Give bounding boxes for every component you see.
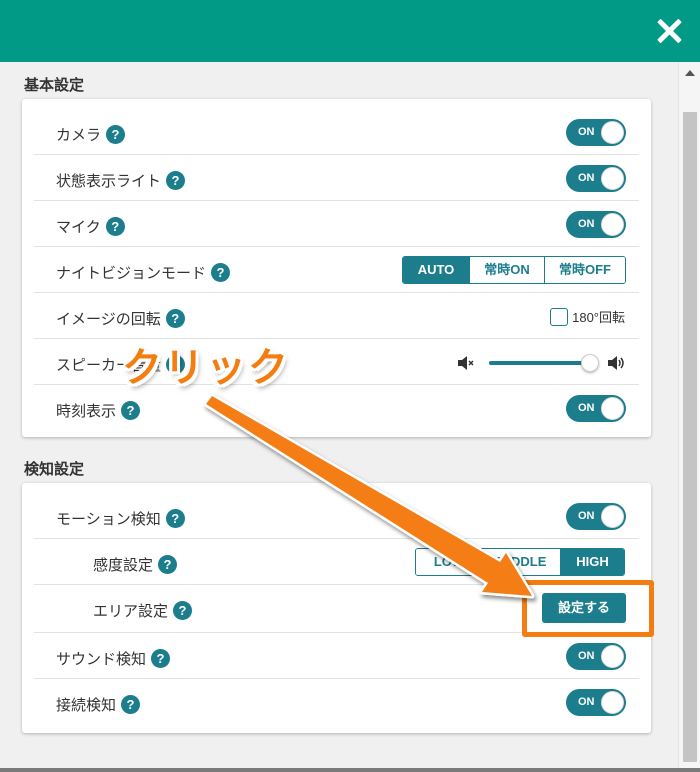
close-icon[interactable] (656, 18, 682, 44)
section-title-basic: 基本設定 (24, 77, 85, 94)
help-icon[interactable]: ? (121, 401, 141, 421)
help-icon[interactable]: ? (121, 695, 141, 715)
settings-dialog: 基本設定 カメラ? ON 状態表示ライト? ON マイク? ON ナイトビジョン… (0, 0, 700, 768)
connection-toggle[interactable]: ON (566, 689, 626, 716)
toggle-knob (601, 691, 624, 714)
annotation-highlight-box (522, 580, 654, 637)
night-vision-label: ナイトビジョンモード (56, 265, 207, 282)
help-icon[interactable]: ? (166, 171, 186, 191)
setting-row-mic: マイク? ON (34, 201, 639, 247)
setting-row-camera: カメラ? ON (34, 109, 639, 155)
motion-label: モーション検知 (56, 511, 161, 528)
help-icon[interactable]: ? (105, 217, 125, 237)
toggle-knob (601, 167, 624, 190)
scrollbar-thumb[interactable] (683, 112, 697, 762)
connection-label: 接続検知 (56, 697, 117, 714)
toggle-state: ON (578, 172, 595, 184)
volume-slider-handle[interactable] (581, 354, 599, 372)
help-icon[interactable]: ? (151, 649, 171, 669)
toggle-state: ON (578, 126, 595, 138)
toggle-state: ON (578, 218, 595, 230)
area-label: エリア設定 (93, 603, 169, 620)
setting-row-night-vision: ナイトビジョンモード? AUTO 常時ON 常時OFF (34, 247, 639, 293)
toggle-state: ON (578, 510, 595, 522)
rotate-180-checkbox[interactable] (550, 307, 569, 326)
annotation-click-text: クリック (122, 346, 290, 390)
mic-label: マイク (56, 219, 101, 236)
toggle-state: ON (578, 402, 595, 414)
sensitivity-option-middle[interactable]: MIDDLE (482, 549, 560, 575)
status-light-label: 状態表示ライト (56, 173, 162, 190)
night-vision-option-always-off[interactable]: 常時OFF (544, 257, 625, 283)
toggle-knob (601, 505, 624, 528)
mic-toggle[interactable]: ON (566, 211, 626, 238)
help-icon[interactable]: ? (165, 309, 185, 329)
camera-toggle[interactable]: ON (566, 119, 626, 146)
rotate-180-label: 180°回転 (572, 310, 625, 325)
night-vision-mode-selector: AUTO 常時ON 常時OFF (402, 256, 626, 284)
help-icon[interactable]: ? (173, 601, 193, 621)
setting-row-connection: 接続検知? ON (34, 679, 639, 725)
night-vision-option-auto[interactable]: AUTO (403, 257, 469, 283)
help-icon[interactable]: ? (106, 125, 126, 145)
sensitivity-option-low[interactable]: LOW (416, 549, 482, 575)
section-title-detection: 検知設定 (24, 461, 85, 478)
time-display-label: 時刻表示 (56, 403, 117, 420)
time-display-toggle[interactable]: ON (566, 395, 626, 422)
sensitivity-option-high[interactable]: HIGH (560, 549, 624, 575)
toggle-knob (601, 121, 624, 144)
sound-toggle[interactable]: ON (566, 643, 626, 670)
status-light-toggle[interactable]: ON (566, 165, 626, 192)
setting-row-motion: モーション検知? ON (34, 493, 639, 539)
toggle-state: ON (578, 696, 595, 708)
setting-row-sound: サウンド検知? ON (34, 633, 639, 679)
camera-label: カメラ (56, 127, 102, 144)
sensitivity-selector: LOW MIDDLE HIGH (415, 548, 625, 576)
toggle-knob (601, 213, 624, 236)
scrollbar[interactable] (678, 62, 700, 768)
volume-mute-icon[interactable] (457, 354, 475, 372)
speaker-volume-control (457, 353, 627, 373)
help-icon[interactable]: ? (211, 263, 231, 283)
rotation-label: イメージの回転 (56, 311, 161, 328)
motion-toggle[interactable]: ON (566, 503, 626, 530)
dialog-header (0, 0, 700, 62)
volume-max-icon[interactable] (607, 354, 625, 372)
setting-row-rotation: イメージの回転? 180°回転 (34, 293, 639, 339)
toggle-state: ON (578, 650, 595, 662)
help-icon[interactable]: ? (165, 509, 185, 529)
sound-label: サウンド検知 (56, 651, 147, 668)
setting-row-status-light: 状態表示ライト? ON (34, 155, 639, 201)
night-vision-option-always-on[interactable]: 常時ON (469, 257, 544, 283)
sensitivity-label: 感度設定 (93, 557, 154, 574)
toggle-knob (601, 645, 624, 668)
scroll-up-arrow-icon[interactable] (685, 70, 695, 76)
setting-row-sensitivity: 感度設定? LOW MIDDLE HIGH (34, 539, 639, 585)
help-icon[interactable]: ? (158, 555, 178, 575)
rotate-180-option[interactable]: 180°回転 (550, 307, 625, 326)
basic-settings-card: カメラ? ON 状態表示ライト? ON マイク? ON ナイトビジョンモード? … (22, 99, 651, 437)
toggle-knob (601, 397, 624, 420)
